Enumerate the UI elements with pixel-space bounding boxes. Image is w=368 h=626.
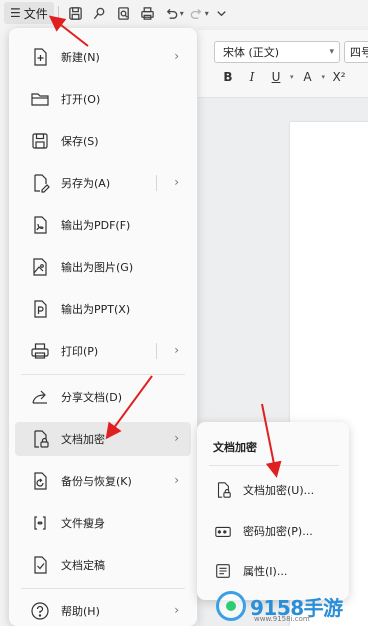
print-icon[interactable] xyxy=(137,2,159,24)
menu-item-label: 保存(S) xyxy=(61,135,99,148)
underline-button[interactable]: U xyxy=(266,70,286,84)
finalize-icon xyxy=(29,554,51,576)
superscript-button[interactable]: X² xyxy=(329,70,349,84)
new-doc-icon xyxy=(29,46,51,68)
help-icon xyxy=(29,600,51,622)
redo-dropdown-caret[interactable]: ▾ xyxy=(205,9,209,18)
font-name-value: 宋体 (正文) xyxy=(223,46,280,59)
printer-icon xyxy=(29,340,51,362)
menu-item-label: 输出为PPT(X) xyxy=(61,303,131,316)
lock-doc-icon xyxy=(29,428,51,450)
chevron-right-icon[interactable]: › xyxy=(174,343,179,357)
ribbon: 宋体 (正文) ▾ 四号 B I U ▾ A ▾ X² xyxy=(198,30,368,98)
print-preview-icon[interactable] xyxy=(113,2,135,24)
submenu-title: 文档加密 xyxy=(213,441,257,454)
submenu-item-label: 文档加密(U)... xyxy=(243,484,315,497)
encrypt-submenu: 文档加密 文档加密(U)... 密码加密(P)... 属性(I)... xyxy=(197,422,349,600)
font-size-select[interactable]: 四号 xyxy=(344,41,368,63)
menu-divider xyxy=(21,588,185,589)
menu-item-label: 帮助(H) xyxy=(61,605,100,618)
menu-item-label: 打开(O) xyxy=(61,93,101,106)
more-icon[interactable] xyxy=(211,2,233,24)
chevron-down-icon: ▾ xyxy=(329,47,334,57)
menu-item-encrypt[interactable]: 文档加密 › xyxy=(15,422,191,456)
menu-item-label: 文档定稿 xyxy=(61,559,105,572)
watermark-url: www.9158i.com xyxy=(254,615,310,623)
menu-item-print[interactable]: 打印(P) › xyxy=(15,334,191,368)
save-as-icon xyxy=(29,172,51,194)
menu-item-label: 分享文档(D) xyxy=(61,391,123,404)
font-name-select[interactable]: 宋体 (正文) ▾ xyxy=(214,41,340,63)
chevron-right-icon: › xyxy=(174,473,179,487)
image-icon xyxy=(29,256,51,278)
pdf-icon xyxy=(29,214,51,236)
lock-doc-icon xyxy=(213,480,233,500)
chevron-right-icon: › xyxy=(174,603,179,617)
share-icon xyxy=(29,386,51,408)
backup-icon xyxy=(29,470,51,492)
site-watermark: 9158手游 www.9158i.com xyxy=(216,586,368,626)
menu-item-slim[interactable]: 文件瘦身 xyxy=(15,506,191,540)
format-buttons: B I U ▾ A ▾ X² xyxy=(218,70,349,84)
menu-item-label: 新建(N) xyxy=(61,51,100,64)
submenu-divider xyxy=(156,343,157,359)
menu-item-export-pdf[interactable]: 输出为PDF(F) xyxy=(15,208,191,242)
submenu-item-label: 属性(I)... xyxy=(243,565,288,578)
ppt-icon xyxy=(29,298,51,320)
menu-item-share[interactable]: 分享文档(D) xyxy=(15,380,191,414)
chevron-right-icon: › xyxy=(174,431,179,445)
save-icon xyxy=(29,130,51,152)
hamburger-icon: ☰ xyxy=(10,6,21,20)
menu-item-new[interactable]: 新建(N) › xyxy=(15,40,191,74)
menu-item-label: 备份与恢复(K) xyxy=(61,475,132,488)
menu-item-label: 另存为(A) xyxy=(61,177,111,190)
menu-item-export-ppt[interactable]: 输出为PPT(X) xyxy=(15,292,191,326)
submenu-item-doc-encrypt[interactable]: 文档加密(U)... xyxy=(203,475,343,505)
file-menu-button[interactable]: ☰ 文件 xyxy=(4,2,54,24)
undo-dropdown-caret[interactable]: ▾ xyxy=(180,9,184,18)
watermark-logo-icon xyxy=(216,591,246,621)
menu-item-label: 输出为图片(G) xyxy=(61,261,134,274)
menu-item-save-as[interactable]: 另存为(A) › xyxy=(15,166,191,200)
file-menu: 新建(N) › 打开(O) 保存(S) 另存为(A) › 输出为PDF(F) 输… xyxy=(9,28,197,626)
submenu-item-password-encrypt[interactable]: 密码加密(P)... xyxy=(203,516,343,546)
submenu-divider xyxy=(156,175,157,191)
file-menu-label: 文件 xyxy=(23,6,48,21)
toolbar-divider xyxy=(57,6,59,20)
menu-item-help[interactable]: 帮助(H) › xyxy=(15,594,191,626)
password-icon xyxy=(213,521,233,541)
menu-item-label: 打印(P) xyxy=(61,345,99,358)
submenu-item-label: 密码加密(P)... xyxy=(243,525,313,538)
compress-icon xyxy=(29,512,51,534)
quick-access-toolbar: ☰ 文件 ▾ ▾ xyxy=(0,0,368,26)
italic-button[interactable]: I xyxy=(242,70,262,84)
menu-item-finalize[interactable]: 文档定稿 xyxy=(15,548,191,582)
menu-item-export-image[interactable]: 输出为图片(G) xyxy=(15,250,191,284)
save-icon[interactable] xyxy=(65,2,87,24)
font-color-button[interactable]: A xyxy=(298,70,318,84)
menu-item-open[interactable]: 打开(O) xyxy=(15,82,191,116)
submenu-divider xyxy=(209,465,339,466)
chevron-right-icon[interactable]: › xyxy=(174,175,179,189)
folder-icon xyxy=(29,88,51,110)
submenu-item-properties[interactable]: 属性(I)... xyxy=(203,556,343,586)
menu-item-label: 文档加密 xyxy=(61,433,105,446)
bold-button[interactable]: B xyxy=(218,70,238,84)
properties-icon xyxy=(213,561,233,581)
menu-item-save[interactable]: 保存(S) xyxy=(15,124,191,158)
font-color-dropdown-caret[interactable]: ▾ xyxy=(322,73,326,81)
export-icon[interactable] xyxy=(89,2,111,24)
menu-item-label: 输出为PDF(F) xyxy=(61,219,131,232)
menu-item-label: 文件瘦身 xyxy=(61,517,105,530)
chevron-right-icon: › xyxy=(174,49,179,63)
menu-item-backup[interactable]: 备份与恢复(K) › xyxy=(15,464,191,498)
font-size-value: 四号 xyxy=(350,46,368,59)
menu-divider xyxy=(21,374,185,375)
underline-dropdown-caret[interactable]: ▾ xyxy=(290,73,294,81)
